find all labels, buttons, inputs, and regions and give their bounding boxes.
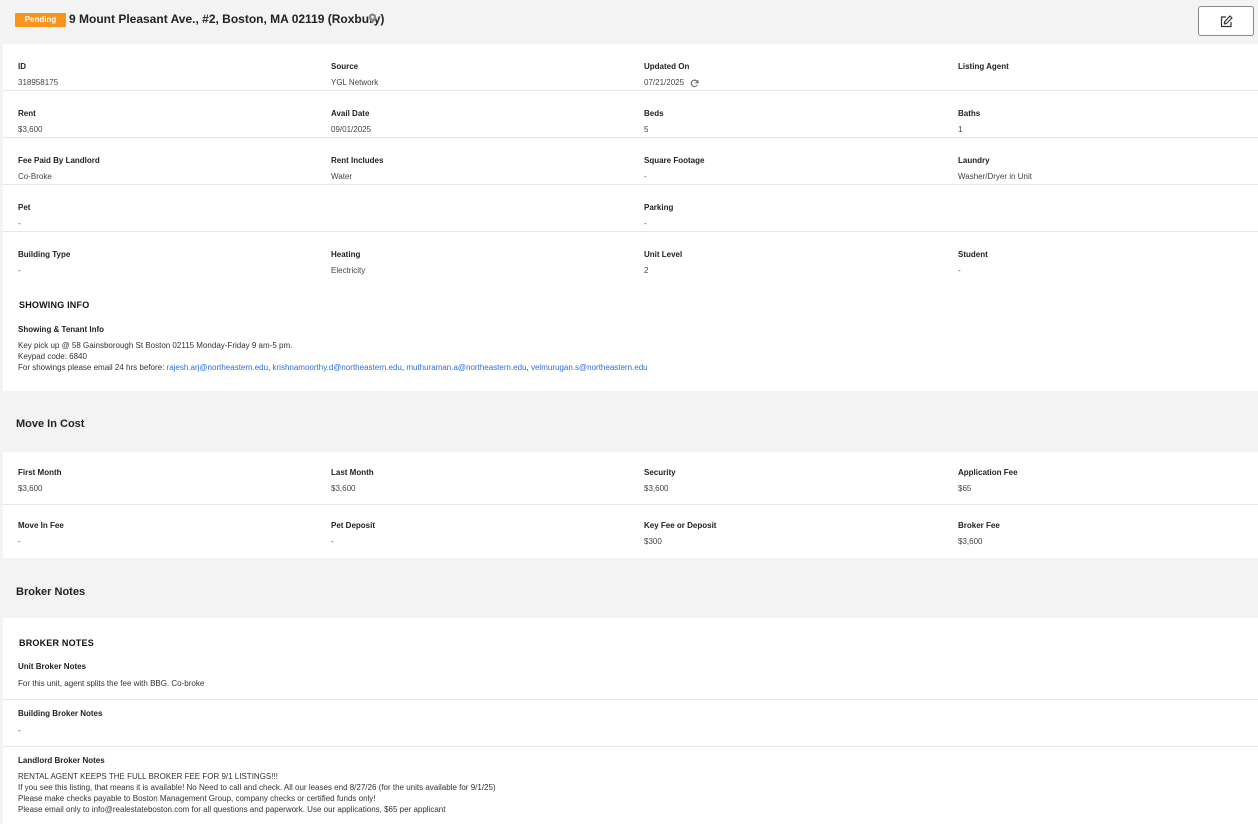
move-in-fee-value: - <box>18 537 21 546</box>
keypad-line: Keypad code: 6840 <box>18 352 87 361</box>
email-link[interactable]: muthuraman.a@northeastern.edu <box>406 363 526 372</box>
unit-broker-notes-row: Unit Broker Notes For this unit, agent s… <box>3 618 1258 700</box>
key-fee-or-deposit-label: Key Fee or Deposit <box>644 521 717 530</box>
baths-value: 1 <box>958 125 963 134</box>
first-month-value: $3,600 <box>18 484 43 493</box>
broker-notes-title: Broker Notes <box>16 586 86 598</box>
id-value: 318958175 <box>18 78 59 87</box>
move-in-row: Move In Fee - Pet Deposit - Key Fee or Depos… <box>3 505 1258 558</box>
map-pin-icon[interactable] <box>368 13 377 24</box>
landlord-note-line: Please make checks payable to Boston Man… <box>18 794 376 803</box>
security-value: $3,600 <box>644 484 669 493</box>
showing-email-prefix: For showings please email 24 hrs before: <box>18 363 167 372</box>
building-broker-notes-value: - <box>18 726 21 735</box>
rent-value: $3,600 <box>18 125 43 134</box>
showing-tenant-info-label: Showing & Tenant Info <box>18 325 105 334</box>
updated-on-value: 07/21/2025 <box>644 78 685 87</box>
unit-level-label: Unit Level <box>644 250 683 259</box>
square-footage-value: - <box>644 172 647 181</box>
unit-level-value: 2 <box>644 266 649 275</box>
heating-value: Electricity <box>331 266 366 275</box>
showing-info-title: SHOWING INFO <box>19 300 90 310</box>
building-type-label: Building Type <box>18 250 71 259</box>
last-month-value: $3,600 <box>331 484 356 493</box>
landlord-note-line: Please email only to info@realestatebost… <box>18 805 446 814</box>
email-link[interactable]: krishnamoorthy.d@northeastern.edu <box>273 363 402 372</box>
laundry-label: Laundry <box>958 156 990 165</box>
status-badge: Pending <box>15 13 66 27</box>
pet-label: Pet <box>18 203 31 212</box>
showing-line: Key pick up @ 58 Gainsborough St Boston … <box>18 341 293 350</box>
detail-row: ID 318958175 Source YGL Network Updated On 07… <box>3 44 1258 91</box>
building-broker-notes-row: Building Broker Notes - <box>3 700 1258 747</box>
square-footage-label: Square Footage <box>644 156 705 165</box>
fee-paid-by-landlord-label: Fee Paid By Landlord <box>18 156 100 165</box>
student-value: - <box>958 266 961 275</box>
source-label: Source <box>331 62 359 71</box>
id-label: ID <box>18 62 26 71</box>
parking-label: Parking <box>644 203 674 212</box>
listing-agent-label: Listing Agent <box>958 62 1009 71</box>
unit-broker-notes-value: For this unit, agent splits the fee with… <box>18 679 205 688</box>
landlord-broker-notes-row: Landlord Broker Notes RENTAL AGENT KEEPS… <box>3 747 1258 824</box>
beds-label: Beds <box>644 109 664 118</box>
pet-value: - <box>18 219 21 228</box>
detail-row: Rent $3,600 Avail Date 09/01/2025 Beds 5 Baths… <box>3 91 1258 138</box>
email-link[interactable]: velmurugan.s@northeastern.edu <box>531 363 648 372</box>
move-in-cost-title: Move In Cost <box>16 418 85 430</box>
heating-label: Heating <box>331 250 361 259</box>
application-fee-label: Application Fee <box>958 468 1018 477</box>
move-in-cost-panel: First Month $3,600 Last Month $3,600 Securit… <box>3 452 1258 558</box>
building-type-value: - <box>18 266 21 275</box>
updated-on-label: Updated On <box>644 62 690 71</box>
key-fee-or-deposit-value: $300 <box>644 537 662 546</box>
avail-date-label: Avail Date <box>331 109 370 118</box>
unit-broker-notes-label: Unit Broker Notes <box>18 662 87 671</box>
rent-includes-value: Water <box>331 172 353 181</box>
parking-value: - <box>644 219 647 228</box>
detail-row: Building Type - Heating Electricity Unit Lev… <box>3 232 1258 279</box>
avail-date-value: 09/01/2025 <box>331 125 372 134</box>
pet-deposit-value: - <box>331 537 334 546</box>
edit-icon <box>1220 15 1233 28</box>
move-in-row: First Month $3,600 Last Month $3,600 Securit… <box>3 452 1258 505</box>
listing-details-panel: ID 318958175 Source YGL Network Updated On 07… <box>3 44 1258 391</box>
laundry-value: Washer/Dryer in Unit <box>958 172 1032 181</box>
security-label: Security <box>644 468 676 477</box>
beds-value: 5 <box>644 125 649 134</box>
broker-fee-label: Broker Fee <box>958 521 1000 530</box>
broker-fee-value: $3,600 <box>958 537 983 546</box>
listing-header: Pending 9 Mount Pleasant Ave., #2, Bosto… <box>0 0 1258 42</box>
rent-label: Rent <box>18 109 36 118</box>
landlord-broker-notes-label: Landlord Broker Notes <box>18 756 105 765</box>
email-link[interactable]: rajesh.arj@northeastern.edu <box>167 363 269 372</box>
last-month-label: Last Month <box>331 468 374 477</box>
building-broker-notes-label: Building Broker Notes <box>18 709 103 718</box>
landlord-note-line: If you see this listing, that means it i… <box>18 783 496 792</box>
detail-row: Pet - Parking - <box>3 185 1258 232</box>
fee-paid-by-landlord-value: Co-Broke <box>18 172 52 181</box>
first-month-label: First Month <box>18 468 62 477</box>
pet-deposit-label: Pet Deposit <box>331 521 376 530</box>
showing-email-line: For showings please email 24 hrs before:… <box>18 363 648 372</box>
edit-button[interactable] <box>1198 6 1254 36</box>
broker-notes-panel: BROKER NOTES Unit Broker Notes For this … <box>3 618 1258 824</box>
baths-label: Baths <box>958 109 981 118</box>
refresh-icon[interactable] <box>690 79 699 88</box>
application-fee-value: $65 <box>958 484 972 493</box>
landlord-note-line: RENTAL AGENT KEEPS THE FULL BROKER FEE F… <box>18 772 278 781</box>
student-label: Student <box>958 250 988 259</box>
move-in-fee-label: Move In Fee <box>18 521 64 530</box>
detail-row: Fee Paid By Landlord Co-Broke Rent Include… <box>3 138 1258 185</box>
rent-includes-label: Rent Includes <box>331 156 384 165</box>
listing-address[interactable]: 9 Mount Pleasant Ave., #2, Boston, MA 02… <box>69 12 384 26</box>
source-value: YGL Network <box>331 78 379 87</box>
